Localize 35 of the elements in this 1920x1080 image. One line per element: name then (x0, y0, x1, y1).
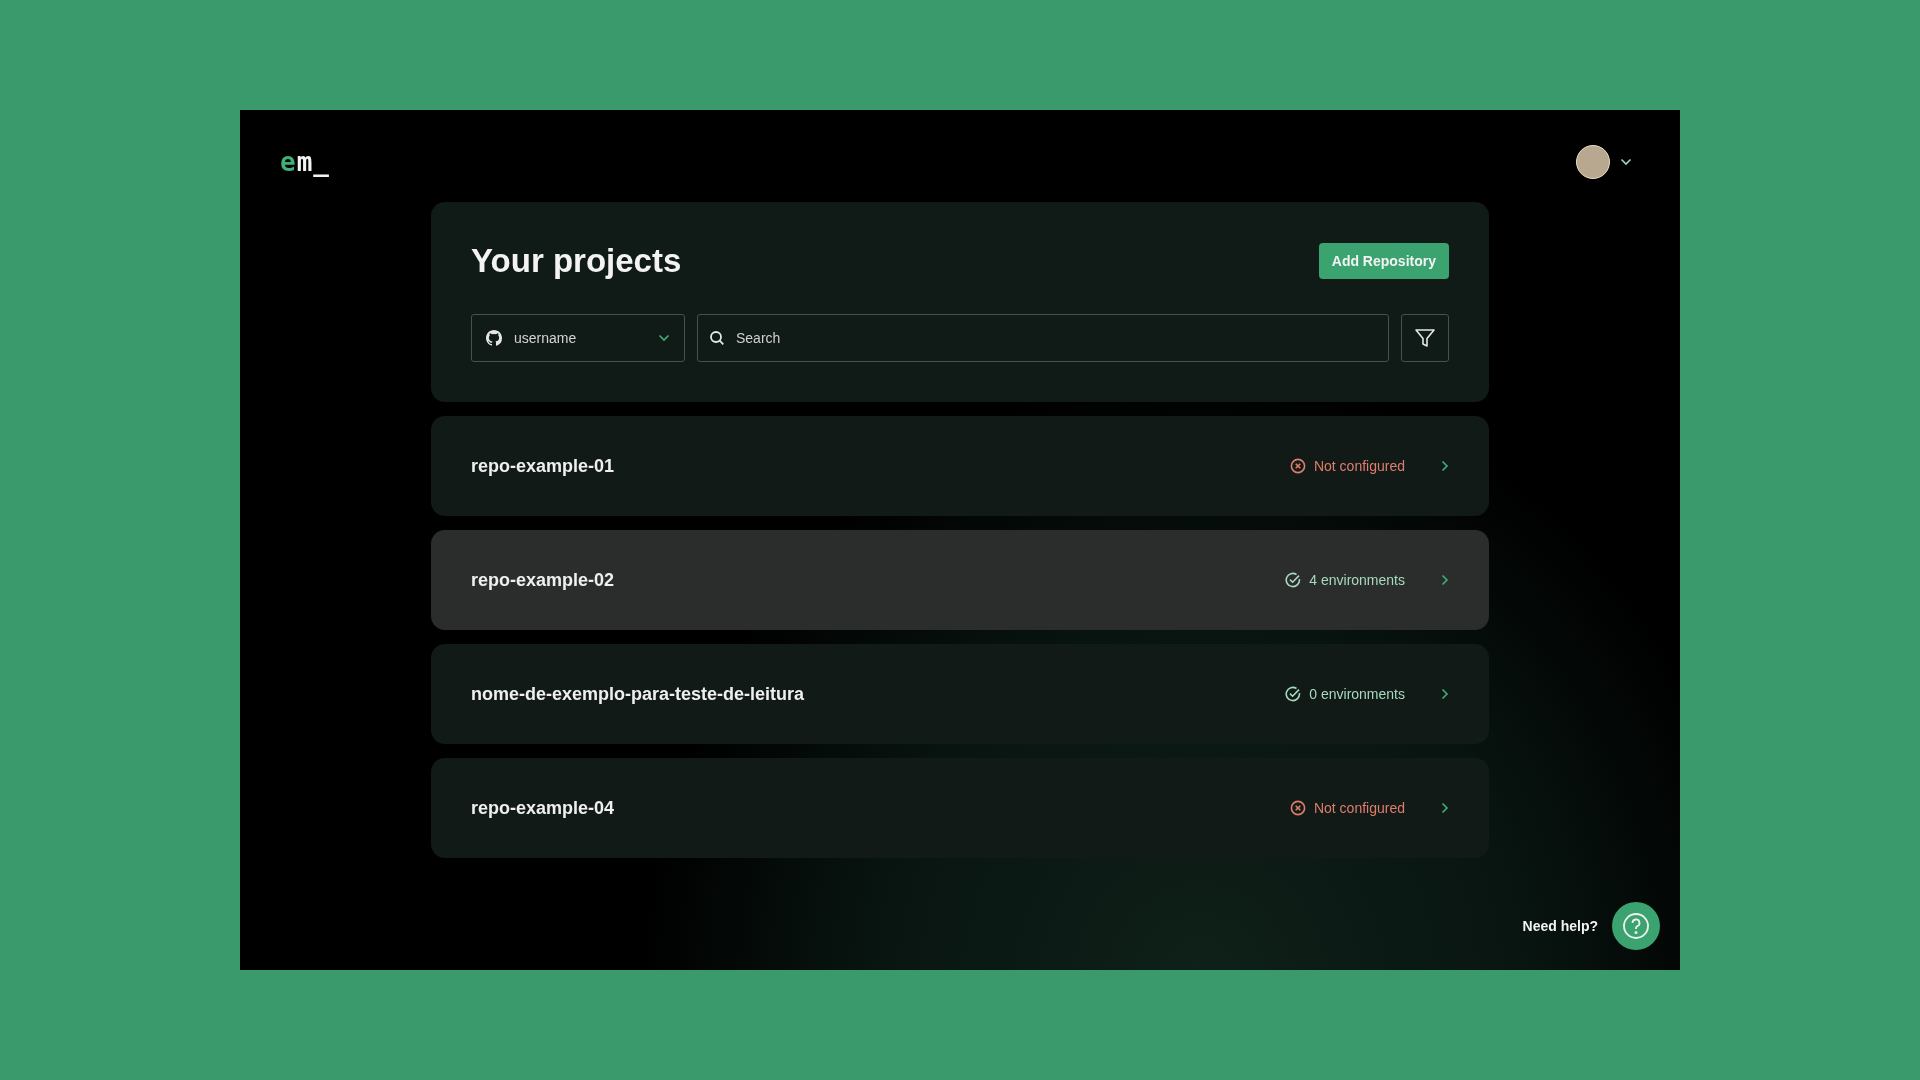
search-field[interactable]: Search (697, 314, 1389, 362)
account-select[interactable]: username (471, 314, 685, 362)
account-menu-button[interactable] (1576, 145, 1632, 179)
chevron-down-icon (658, 334, 670, 342)
search-icon (709, 330, 725, 346)
github-icon (486, 330, 502, 346)
repository-name: repo-example-02 (471, 569, 616, 591)
check-circle-icon (1285, 572, 1302, 588)
chevron-right-icon (1441, 688, 1449, 700)
repository-name: repo-example-01 (471, 455, 616, 477)
funnel-icon (1414, 327, 1436, 349)
avatar-placeholder (1576, 145, 1610, 179)
help-button[interactable] (1612, 902, 1660, 950)
status-label: 4 environments (1309, 572, 1405, 588)
question-circle-icon (1622, 912, 1650, 940)
repository-row[interactable]: repo-example-04 Not configured (431, 758, 1489, 858)
filter-button[interactable] (1401, 314, 1449, 362)
x-circle-icon (1289, 800, 1306, 816)
help-label: Need help? (1522, 918, 1598, 934)
page-title: Your projects (471, 242, 682, 280)
status-label: 0 environments (1309, 686, 1405, 702)
repository-row[interactable]: nome-de-exemplo-para-teste-de-leitura 0 environments (431, 644, 1489, 744)
chevron-right-icon (1441, 460, 1449, 472)
chevron-right-icon (1441, 802, 1449, 814)
status-label: Not configured (1313, 458, 1405, 474)
check-circle-icon (1285, 686, 1302, 702)
logo: em_ (280, 147, 330, 177)
chevron-down-icon (1620, 158, 1632, 166)
repository-name: repo-example-04 (471, 797, 616, 819)
x-circle-icon (1289, 458, 1306, 474)
repository-row[interactable]: repo-example-02 4 environments (431, 530, 1489, 630)
status-label: Not configured (1313, 800, 1405, 816)
repository-name: nome-de-exemplo-para-teste-de-leitura (471, 683, 806, 705)
chevron-right-icon (1441, 574, 1449, 586)
repository-row[interactable]: repo-example-01 Not configured (431, 416, 1489, 516)
